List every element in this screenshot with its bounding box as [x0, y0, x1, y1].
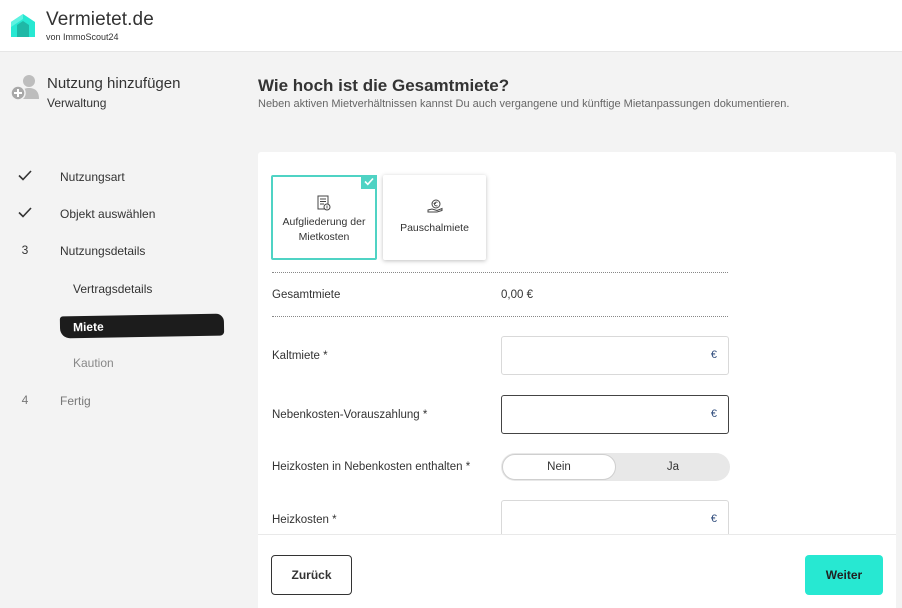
kaltmiete-input[interactable]: [512, 345, 692, 367]
back-button[interactable]: Zurück: [271, 555, 352, 595]
brand-name: Vermietet.de: [46, 9, 154, 30]
total-value: 0,00 €: [501, 289, 533, 301]
wizard-title: Nutzung hinzufügen: [47, 75, 181, 92]
substep-vertragsdetails[interactable]: Vertragsdetails: [73, 282, 152, 296]
nebenkosten-input-box[interactable]: €: [501, 395, 729, 434]
page-subtitle: Neben aktiven Mietverhältnissen kannst D…: [258, 98, 790, 110]
option-label: Aufgliederung der: [282, 216, 366, 228]
wizard-sidebar: Nutzung hinzufügen Verwaltung Nutzungsar…: [0, 53, 240, 608]
heizkosten-included-label: Heizkosten in Nebenkosten enthalten *: [272, 461, 471, 473]
nebenkosten-input[interactable]: [512, 404, 692, 426]
step-label: Objekt auswählen: [60, 207, 156, 221]
app-header: Vermietet.de von ImmoScout24: [0, 0, 902, 52]
brand-subtitle: von ImmoScout24: [46, 32, 119, 42]
heizkosten-included-toggle[interactable]: Nein Ja: [501, 453, 730, 481]
page-title: Wie hoch ist die Gesamtmiete?: [258, 76, 510, 95]
substep-kaution[interactable]: Kaution: [73, 356, 114, 370]
option-label: Mietkosten: [298, 231, 350, 243]
total-label: Gesamtmiete: [272, 289, 341, 301]
option-label: Pauschalmiete: [400, 222, 469, 234]
euro-hand-icon: [427, 199, 442, 213]
heizkosten-label: Heizkosten *: [272, 514, 337, 526]
divider: [272, 272, 728, 273]
step-objekt-auswaehlen[interactable]: Objekt auswählen: [0, 204, 240, 224]
wizard-subtitle: Verwaltung: [47, 96, 107, 110]
check-icon: [16, 206, 34, 218]
kaltmiete-label: Kaltmiete *: [272, 350, 328, 362]
divider: [272, 316, 728, 317]
step-number: 4: [21, 393, 29, 407]
heizkosten-input[interactable]: [512, 509, 692, 531]
house-logo-icon[interactable]: [8, 10, 38, 40]
kaltmiete-input-box[interactable]: €: [501, 336, 729, 375]
next-button[interactable]: Weiter: [805, 555, 883, 595]
currency-symbol: €: [710, 408, 717, 420]
option-aufgliederung[interactable]: Aufgliederung der Mietkosten: [271, 175, 377, 260]
form-footer: Zurück Weiter: [258, 534, 896, 608]
nebenkosten-label: Nebenkosten-Vorauszahlung *: [272, 409, 428, 421]
check-icon: [16, 169, 34, 181]
step-number: 3: [21, 243, 29, 257]
toggle-option-ja[interactable]: Ja: [616, 453, 730, 481]
substep-label: Miete: [72, 319, 104, 335]
toggle-option-nein[interactable]: Nein: [502, 454, 616, 480]
selected-check-icon: [361, 175, 377, 189]
step-label: Nutzungsdetails: [60, 244, 146, 258]
step-nutzungsdetails[interactable]: 3 Nutzungsdetails: [0, 241, 240, 261]
step-label: Nutzungsart: [60, 170, 125, 184]
receipt-icon: [317, 195, 331, 211]
step-fertig[interactable]: 4 Fertig: [0, 391, 240, 411]
currency-symbol: €: [710, 513, 717, 525]
substep-miete-active[interactable]: Miete: [59, 313, 225, 339]
step-label: Fertig: [60, 394, 91, 408]
step-nutzungsart[interactable]: Nutzungsart: [0, 167, 240, 187]
add-user-icon: [10, 75, 39, 101]
currency-symbol: €: [710, 349, 717, 361]
option-pauschalmiete[interactable]: Pauschalmiete: [383, 175, 486, 260]
